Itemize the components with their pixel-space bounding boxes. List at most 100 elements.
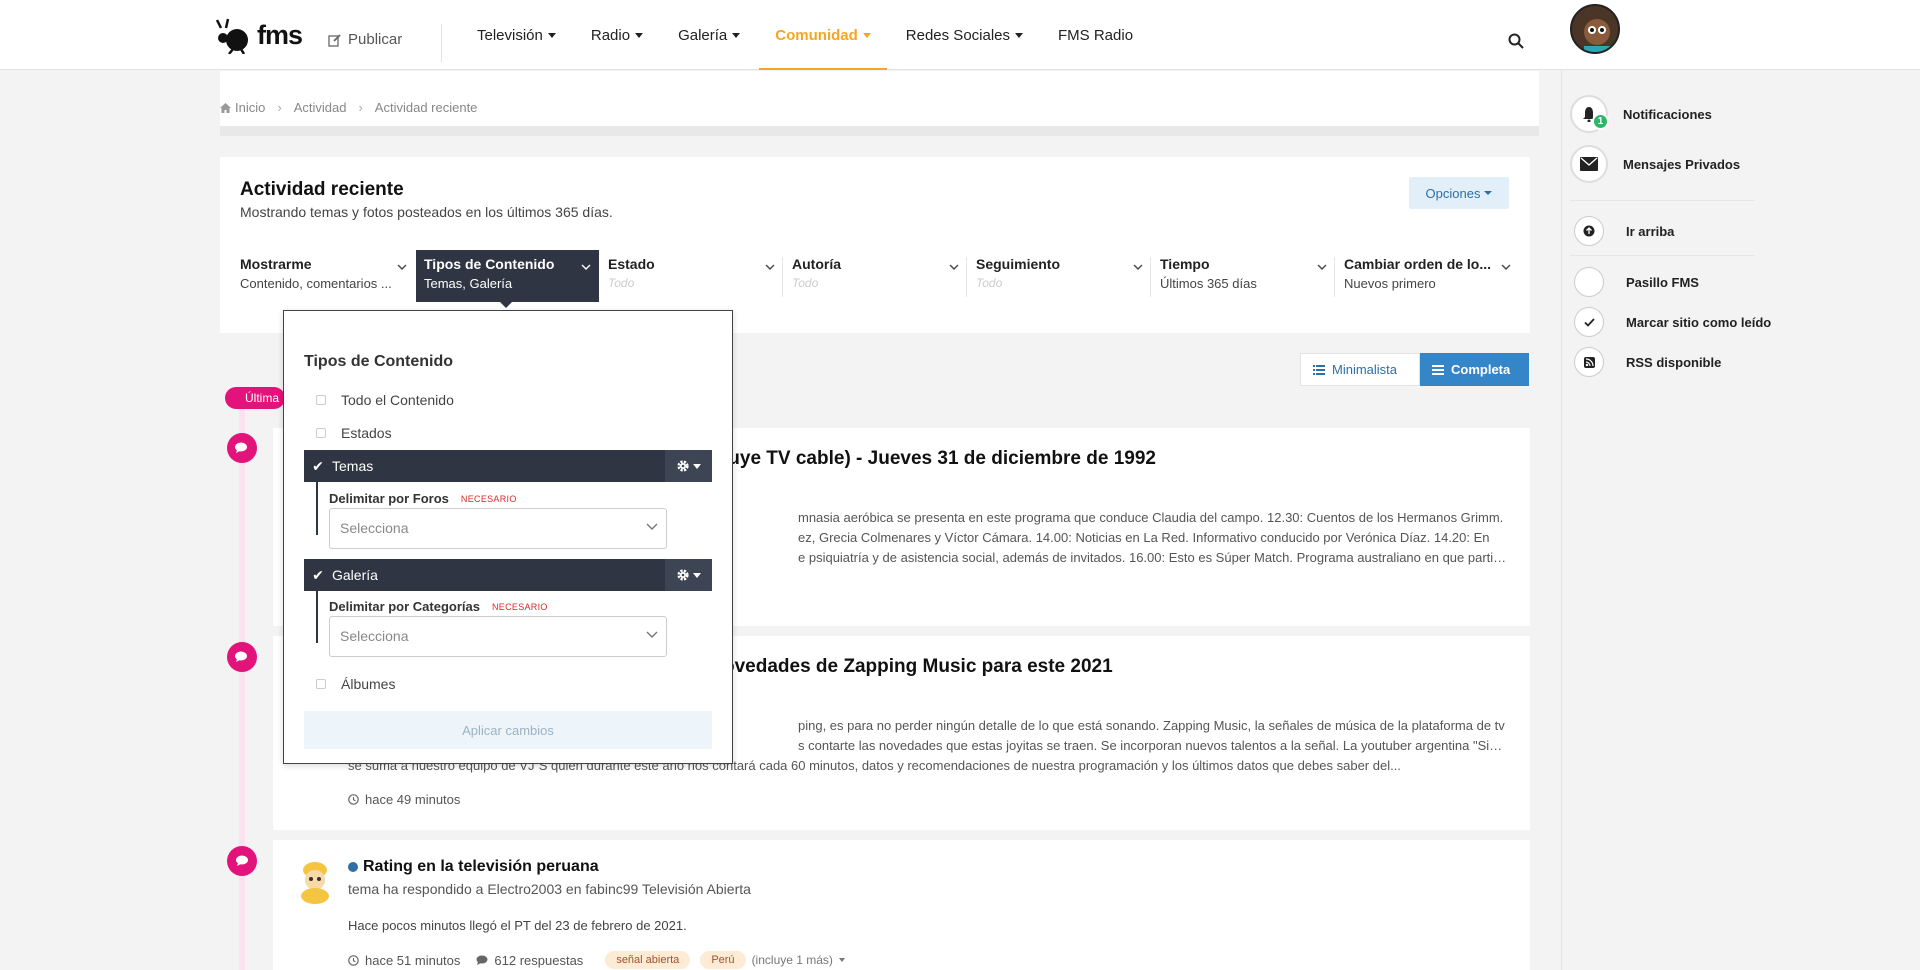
site-logo[interactable]: fms [213,16,303,54]
publish-label: Publicar [348,31,403,48]
forums-select[interactable]: Selecciona [329,508,667,549]
apply-changes-button[interactable]: Aplicar cambios [304,711,712,749]
search-button[interactable] [1508,33,1524,52]
content-type-label: Temas [332,458,374,474]
nav-redes-sociales[interactable]: Redes Sociales [906,0,1024,70]
chevron-down-icon [581,264,591,270]
card-title[interactable]: luye TV cable) - Jueves 31 de diciembre … [723,448,1156,470]
filter-value: Todo [976,276,1003,290]
go-top-label: Ir arriba [1626,223,1675,239]
card-time[interactable]: hace 49 minutos [365,792,460,807]
checkbox-estados[interactable]: Estados [316,425,392,441]
filter-label: Seguimiento [976,256,1061,272]
publish-link[interactable]: Publicar [328,31,402,48]
checkbox-label: Estados [341,425,392,441]
card-subtitle: tema ha respondido a Electro2003 en fabi… [348,881,751,897]
filter-estado[interactable]: Estado Todo [600,250,783,302]
checkbox-label: Álbumes [341,676,396,692]
card-excerpt: Hace pocos minutos llegó el PT del 23 de… [348,918,687,933]
content-type-galeria[interactable]: ✔ Galería [304,559,712,591]
check-icon: ✔ [312,566,324,583]
header-divider [441,24,442,62]
notifications-link[interactable]: 1 Notificaciones [1570,95,1712,133]
caret-down-icon [838,958,845,962]
tree-line [316,591,318,643]
mark-read-label: Marcar sitio como leído [1626,314,1772,330]
nav-label: Radio [590,26,631,44]
card-title[interactable]: ovedades de Zapping Music para este 2021 [723,656,1113,678]
temas-settings-button[interactable] [665,450,712,482]
notifications-label: Notificaciones [1623,106,1712,122]
breadcrumb-actividad[interactable]: Actividad [294,100,347,115]
card-time[interactable]: hace 51 minutos [365,953,460,968]
checkbox-albums[interactable]: Álbumes [316,676,395,692]
rss-icon [1583,356,1595,368]
content-type-label: Galería [332,567,378,583]
sidebar-separator [1570,200,1755,201]
checkbox[interactable] [316,679,326,689]
breadcrumb-home[interactable]: Inicio [220,100,265,115]
filter-value: Todo [608,276,635,290]
filter-seguimiento[interactable]: Seguimiento Todo [968,250,1151,302]
view-full-button[interactable]: Completa [1420,353,1529,386]
more-tags[interactable]: (incluye 1 más) [752,953,833,967]
filter-label: Mostrarme [240,256,312,272]
view-minimal-button[interactable]: Minimalista [1300,353,1420,386]
nav-label: Televisión [477,26,543,44]
checkbox-all-content[interactable]: Todo el Contenido [316,392,454,408]
filter-label: Tipos de Contenido [424,256,555,272]
messages-link[interactable]: Mensajes Privados [1570,145,1740,183]
arrow-up-circle-icon [1583,225,1595,237]
chevron-down-icon [1133,264,1143,270]
unread-dot-icon [348,862,358,872]
card-title[interactable]: Rating en la televisión peruana [348,858,599,876]
filter-tiempo[interactable]: Tiempo Últimos 365 días [1152,250,1335,302]
pasillo-link[interactable]: Pasillo FMS [1574,267,1699,297]
nav-fms-radio[interactable]: FMS Radio [1058,0,1133,70]
filter-value: Temas, Galería [424,276,513,291]
content-type-temas[interactable]: ✔ Temas [304,450,712,482]
rss-link[interactable]: RSS disponible [1574,347,1721,377]
filter-content-types[interactable]: Tipos de Contenido Temas, Galería [416,250,599,308]
author-avatar[interactable] [295,858,335,904]
chevron-down-icon [646,523,658,530]
galeria-sub-label: Delimitar por Categorías NECESARIO [329,599,548,614]
user-avatar[interactable] [1570,4,1620,54]
filter-divider [1334,257,1335,297]
caret-down-icon [1015,33,1024,38]
filter-autoria[interactable]: Autoría Todo [784,250,967,302]
chevron-down-icon [765,264,775,270]
view-full-label: Completa [1451,362,1511,377]
comments-icon [235,651,247,662]
caret-down-icon [1484,191,1493,195]
messages-circle [1570,145,1608,183]
nav-comunidad[interactable]: Comunidad [759,0,887,70]
card-replies[interactable]: 612 respuestas [494,953,583,968]
checkbox[interactable] [316,395,326,405]
timeline-dot [227,846,257,876]
popup-title: Tipos de Contenido [304,353,454,370]
nav-label: FMS Radio [1058,26,1134,44]
options-button[interactable]: Opciones [1409,177,1509,209]
tag[interactable]: Perú [700,951,746,969]
filter-orden[interactable]: Cambiar orden de lo... Nuevos primero [1336,250,1519,302]
notifications-circle: 1 [1570,95,1609,133]
card-title-text: Rating en la televisión peruana [363,858,599,875]
select-placeholder: Selecciona [340,520,409,536]
mark-read-link[interactable]: Marcar sitio como leído [1574,307,1771,337]
tag[interactable]: señal abierta [605,951,691,969]
home-icon [220,102,231,113]
categories-select[interactable]: Selecciona [329,616,667,657]
go-top-link[interactable]: Ir arriba [1574,216,1674,246]
filter-label: Cambiar orden de lo... [1344,256,1492,272]
nav-galeria[interactable]: Galería [678,0,741,70]
avatar-image [1572,6,1618,52]
page-subtitle: Mostrando temas y fotos posteados en los… [240,204,613,220]
view-minimal-label: Minimalista [1332,362,1398,377]
checkbox[interactable] [316,428,326,438]
filter-mostrarme[interactable]: Mostrarme Contenido, comentarios ... [232,250,415,302]
nav-television[interactable]: Televisión [477,0,556,70]
chevron-down-icon [646,631,658,638]
galeria-settings-button[interactable] [665,559,712,591]
nav-radio[interactable]: Radio [590,0,644,70]
